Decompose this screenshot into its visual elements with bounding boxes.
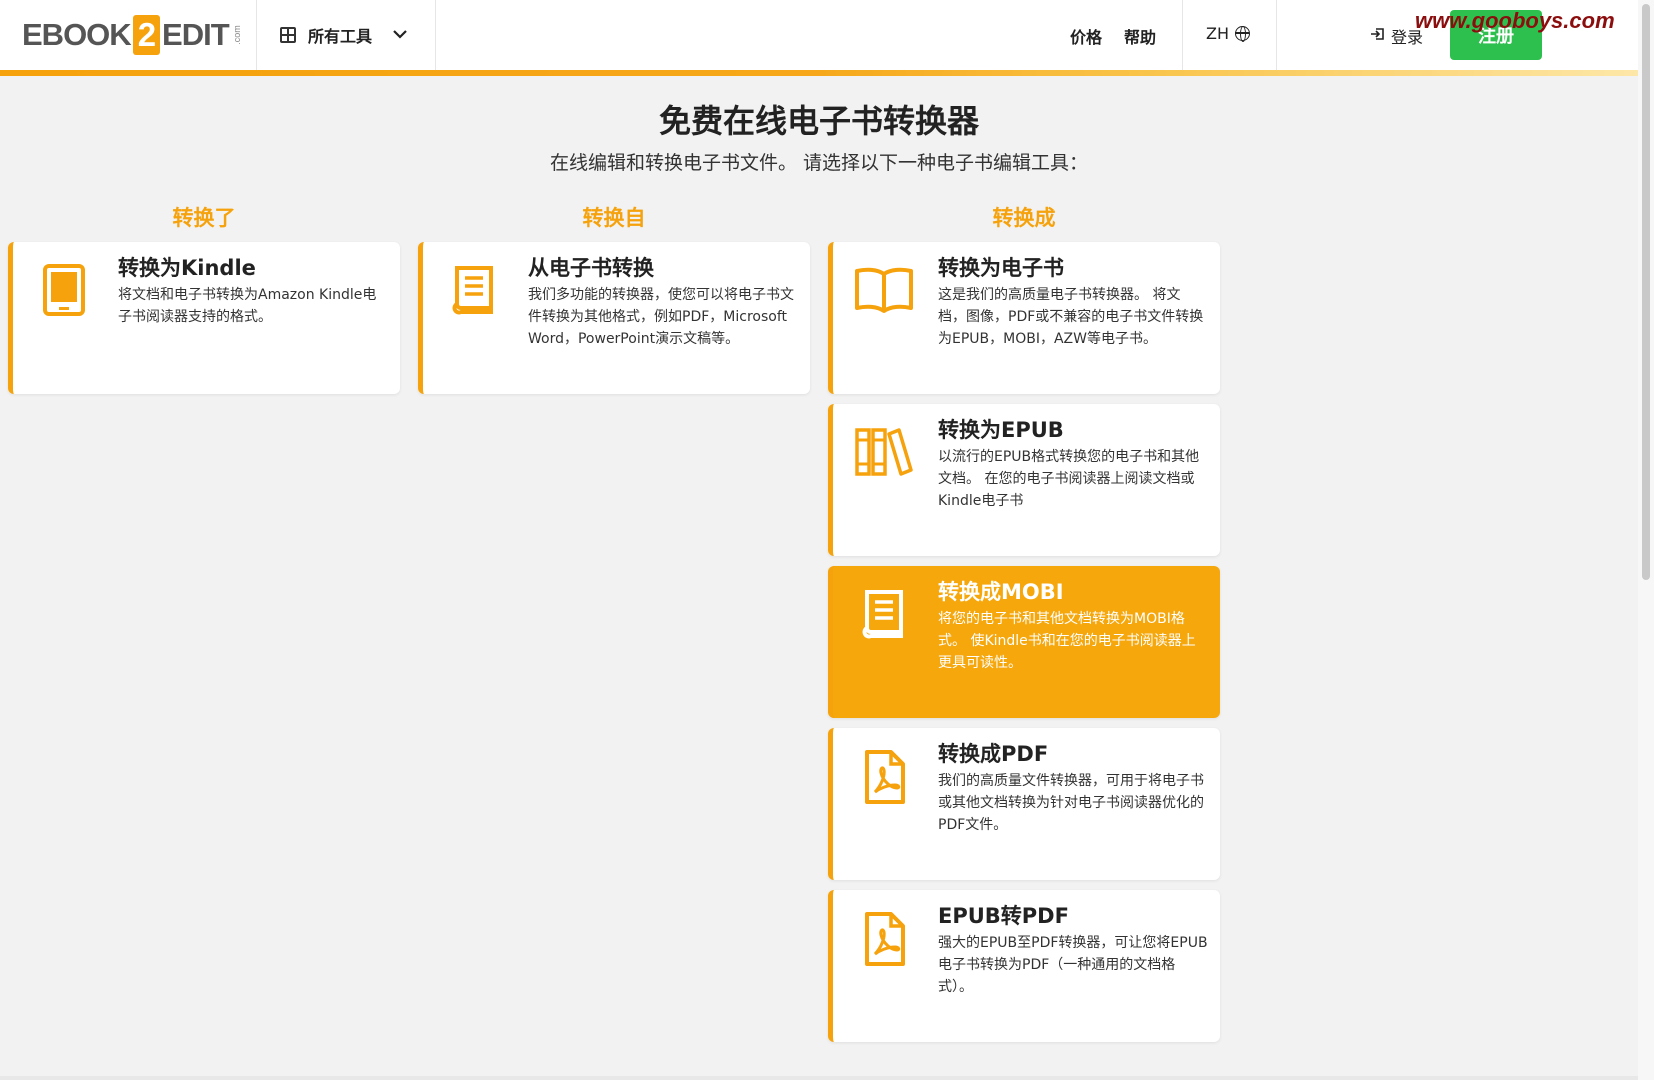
logo-suffix: .com (231, 25, 242, 45)
card-epub-to-pdf[interactable]: EPUB转PDF 强大的EPUB至PDF转换器，可让您将EPUB电子书转换为PD… (828, 890, 1220, 1042)
scrollbar-thumb[interactable] (1642, 4, 1650, 580)
card-convert-to-kindle[interactable]: 转换为Kindle 将文档和电子书转换为Amazon Kindle电子书阅读器支… (8, 242, 400, 394)
card-convert-to-ebook[interactable]: 转换为电子书 这是我们的高质量电子书转换器。 将文档，图像，PDF或不兼容的电子… (828, 242, 1220, 394)
card-title: 转换为EPUB (938, 418, 1064, 442)
column-heading-to: 转换成 (992, 206, 1056, 230)
header-accent-bar (0, 70, 1638, 76)
card-description: 强大的EPUB至PDF转换器，可让您将EPUB电子书转换为PDF（一种通用的文档… (938, 935, 1208, 995)
header-divider (1276, 0, 1277, 70)
watermark-text: www.gooboys.com (1415, 8, 1615, 33)
card-title: 转换为Kindle (118, 256, 256, 280)
card-description: 我们多功能的转换器，使您可以将电子书文件转换为其他格式，例如PDF，Micros… (528, 287, 794, 347)
nav-pricing-link[interactable]: 价格 (1070, 24, 1102, 48)
card-convert-to-epub[interactable]: 转换为EPUB 以流行的EPUB格式转换您的电子书和其他文档。 在您的电子书阅读… (828, 404, 1220, 556)
card-title: 转换为电子书 (938, 256, 1064, 280)
all-tools-dropdown[interactable]: 所有工具 (280, 20, 408, 50)
column-heading-from: 转换自 (582, 206, 646, 230)
site-logo[interactable]: EBOOK 2 EDIT .com (22, 12, 246, 58)
logo-text-mid: 2 (132, 15, 161, 55)
card-description: 以流行的EPUB格式转换您的电子书和其他文档。 在您的电子书阅读器上阅读文档或K… (938, 449, 1200, 509)
card-title: EPUB转PDF (938, 904, 1069, 928)
card-description: 将文档和电子书转换为Amazon Kindle电子书阅读器支持的格式。 (118, 287, 377, 325)
card-description: 将您的电子书和其他文档转换为MOBI格式。 使Kindle书和在您的电子书阅读器… (938, 611, 1196, 671)
card-convert-to-pdf[interactable]: 转换成PDF 我们的高质量文件转换器，可用于将电子书或其他文档转换为针对电子书阅… (828, 728, 1220, 880)
open-book-icon (853, 260, 915, 322)
grid-icon (280, 27, 296, 43)
card-description: 我们的高质量文件转换器，可用于将电子书或其他文档转换为针对电子书阅读器优化的PD… (938, 773, 1204, 833)
language-code: ZH (1206, 24, 1229, 43)
chevron-down-icon (392, 26, 408, 44)
header-divider (435, 0, 436, 70)
card-description: 这是我们的高质量电子书转换器。 将文档，图像，PDF或不兼容的电子书文件转换为E… (938, 287, 1204, 347)
library-icon (853, 422, 915, 484)
nav-help-link[interactable]: 帮助 (1124, 24, 1156, 48)
header-divider (1182, 0, 1183, 70)
tablet-icon (33, 260, 95, 322)
pdf-file-icon (853, 908, 915, 970)
login-icon (1370, 26, 1386, 46)
book-icon (443, 260, 505, 322)
all-tools-label: 所有工具 (308, 27, 373, 46)
card-title: 从电子书转换 (528, 256, 654, 280)
logo-text-left: EBOOK (22, 17, 132, 52)
logo-text-right: EDIT (162, 17, 230, 52)
globe-icon (1235, 26, 1250, 42)
card-title: 转换成PDF (938, 742, 1049, 766)
column-heading-convert: 转换了 (172, 206, 236, 230)
card-title: 转换成MOBI (938, 580, 1064, 604)
card-convert-from-ebook[interactable]: 从电子书转换 我们多功能的转换器，使您可以将电子书文件转换为其他格式，例如PDF… (418, 242, 810, 394)
header-divider (256, 0, 257, 70)
page-bottom-edge (0, 1076, 1638, 1080)
top-header: EBOOK 2 EDIT .com 所有工具 价格 帮助 ZH 登录 注册 ww… (0, 0, 1638, 70)
page-title: 免费在线电子书转换器 (658, 102, 979, 140)
page-subtitle: 在线编辑和转换电子书文件。 请选择以下一种电子书编辑工具： (549, 152, 1089, 174)
book-icon (853, 584, 915, 646)
card-convert-to-mobi[interactable]: 转换成MOBI 将您的电子书和其他文档转换为MOBI格式。 使Kindle书和在… (828, 566, 1220, 718)
pdf-file-icon (853, 746, 915, 808)
language-selector[interactable]: ZH (1206, 24, 1250, 43)
